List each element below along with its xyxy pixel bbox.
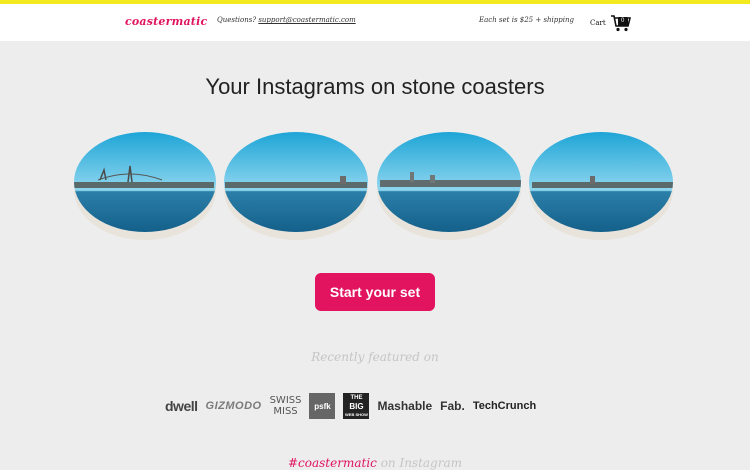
press-logo-gizmodo[interactable]: GIZMODO	[206, 400, 262, 412]
cart-count-badge: 0	[617, 17, 628, 26]
swissmiss-line1: SWISS	[269, 395, 302, 406]
cart-button[interactable]: Cart 0	[590, 13, 632, 33]
site-header: coastermatic Questions? support@coasterm…	[0, 4, 750, 41]
bigweb-line2: BIG	[349, 401, 364, 411]
questions-label: Questions?	[217, 16, 259, 24]
price-note: Each set is $25 + shipping	[479, 16, 574, 24]
start-your-set-button[interactable]: Start your set	[315, 273, 435, 311]
press-heading: Recently featured on	[311, 350, 439, 364]
press-logo-swissmiss[interactable]: SWISS MISS	[270, 395, 302, 417]
cart-icon[interactable]: 0	[610, 14, 632, 32]
swissmiss-line2: MISS	[273, 406, 298, 417]
bigweb-line3: WEB SHOW	[345, 411, 368, 417]
instagram-hashtag-link[interactable]: #coastermatic	[288, 456, 377, 470]
support-email-link[interactable]: support@coastermatic.com	[258, 16, 355, 24]
coaster-photo	[70, 130, 690, 260]
press-logos: dwell GIZMODO SWISS MISS psfk THE BIG WE…	[165, 390, 595, 422]
press-logo-dwell[interactable]: dwell	[165, 398, 198, 414]
instagram-suffix: on Instagram	[376, 456, 463, 470]
press-logo-psfk[interactable]: psfk	[309, 393, 336, 419]
page-headline: Your Instagrams on stone coasters	[205, 74, 545, 99]
press-logo-fab[interactable]: Fab.	[440, 399, 465, 413]
instagram-callout: #coastermatic on Instagram	[0, 456, 750, 470]
bigweb-line1: THE	[350, 394, 363, 401]
press-logo-mashable[interactable]: Mashable	[377, 399, 432, 413]
site-logo[interactable]: coastermatic	[125, 15, 207, 28]
press-logo-bigwebshow[interactable]: THE BIG WEB SHOW	[343, 393, 370, 419]
cart-label: Cart	[590, 19, 606, 27]
support-contact: Questions? support@coastermatic.com	[217, 16, 356, 24]
press-logo-techcrunch[interactable]: TechCrunch	[473, 400, 536, 412]
